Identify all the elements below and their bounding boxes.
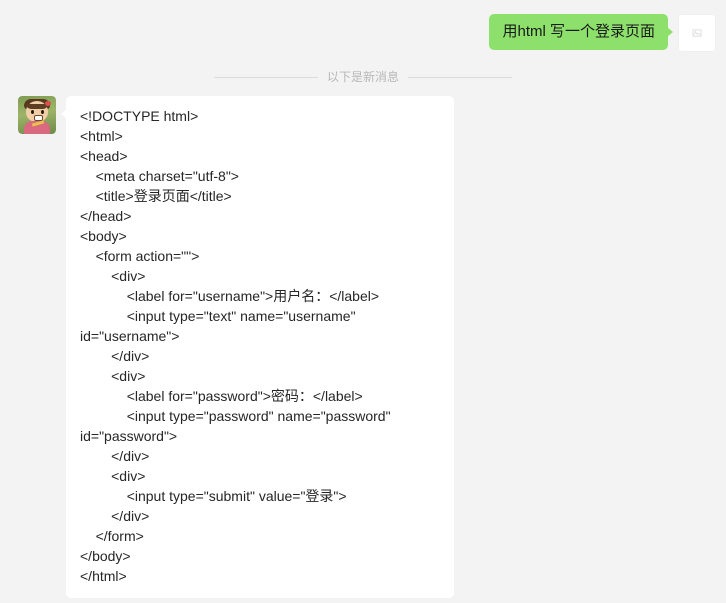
avatar-outgoing[interactable]: [678, 14, 716, 52]
avatar-photo: [18, 96, 56, 134]
divider-line-right: [408, 76, 512, 78]
code-snippet[interactable]: <!DOCTYPE html> <html> <head> <meta char…: [80, 106, 440, 586]
outgoing-message-bubble[interactable]: 用html 写一个登录页面: [489, 14, 673, 50]
avatar-incoming[interactable]: [18, 96, 56, 134]
message-row-outgoing: 用html 写一个登录页面: [0, 8, 726, 52]
chat-message-pane: 用html 写一个登录页面 以下是新消息 <!DOCTYPE html> <ht…: [0, 0, 726, 603]
divider-line-left: [213, 76, 318, 78]
avatar-hair-bow: [45, 101, 51, 106]
avatar-eye-left: [31, 110, 34, 114]
new-messages-divider: 以下是新消息: [0, 70, 726, 84]
divider-label: 以下是新消息: [326, 70, 399, 84]
avatar-eye-right: [41, 110, 44, 114]
outgoing-bubble-wrapper: 用html 写一个登录页面: [489, 8, 673, 50]
broken-image-icon: [692, 29, 702, 37]
incoming-message-bubble[interactable]: <!DOCTYPE html> <html> <head> <meta char…: [61, 96, 454, 598]
message-row-incoming: <!DOCTYPE html> <html> <head> <meta char…: [0, 96, 726, 598]
